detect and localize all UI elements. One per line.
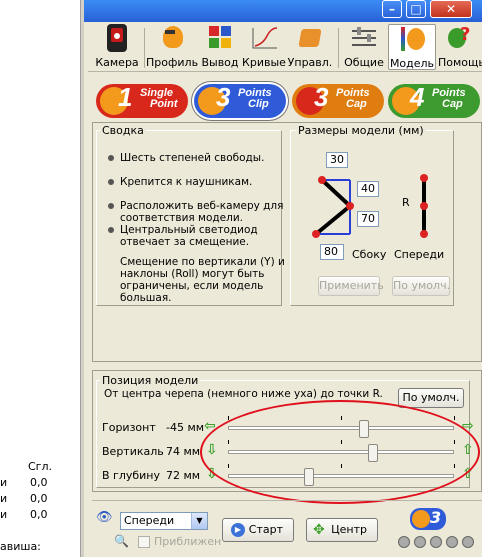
- side-view-label: Сбоку: [352, 248, 387, 261]
- dim-bottom-field[interactable]: 80: [320, 244, 344, 260]
- apply-button[interactable]: Применить: [318, 276, 384, 296]
- summary-item: Расположить веб-камеру для соответствия …: [108, 200, 290, 224]
- mode-3-points-cap[interactable]: 3 Points Cap: [292, 82, 384, 118]
- minimize-button[interactable]: –: [382, 0, 402, 18]
- play-icon: ▶: [231, 523, 245, 537]
- toolbar: Камера Профиль Вывод Кривые Управл. Общи…: [88, 22, 482, 72]
- mode-4-points-cap[interactable]: 4 Points Cap: [388, 82, 480, 118]
- tool-control[interactable]: Управл.: [286, 24, 334, 70]
- general-icon: [349, 24, 379, 52]
- tool-general[interactable]: Общие: [342, 24, 386, 70]
- tool-curves[interactable]: Кривые: [242, 24, 286, 70]
- summary-item: Центральный светодиод отвечает за смещен…: [108, 224, 290, 248]
- summary-title: Сводка: [100, 124, 146, 137]
- front-view-label: Спереди: [394, 248, 445, 261]
- title-bar: – □ ✕: [84, 0, 482, 22]
- table-row: и 0,0: [0, 508, 48, 521]
- r-point-label: R: [402, 196, 410, 209]
- table-row: и 0,0: [0, 492, 48, 505]
- control-icon: [295, 24, 325, 52]
- tool-model[interactable]: Модель: [388, 24, 436, 70]
- zoom-checkbox[interactable]: [138, 536, 150, 548]
- zoom-label: Приближен: [154, 535, 222, 548]
- center-arrows-icon: ✥: [313, 522, 325, 538]
- summary-item: Шесть степеней свободы.: [108, 152, 290, 164]
- mode-tabs: 1 Single Point 3 Points Clip 3 Points Ca…: [92, 82, 482, 122]
- position-description: От центра черепа (немного ниже уха) до т…: [104, 388, 383, 400]
- tool-camera[interactable]: Камера: [94, 24, 140, 70]
- dims-default-button[interactable]: По умолч.: [392, 276, 450, 296]
- smoothing-header: Сгл.: [28, 460, 52, 473]
- table-row: и 0,0: [0, 476, 48, 489]
- chevron-down-icon: ▼: [191, 513, 207, 529]
- tool-output[interactable]: Вывод: [198, 24, 242, 70]
- model-icon: [397, 25, 427, 53]
- position-default-button[interactable]: По умолч.: [398, 388, 464, 408]
- help-icon: ?: [445, 24, 475, 52]
- tool-profile[interactable]: Профиль: [146, 24, 198, 70]
- model-diagram: [312, 174, 428, 238]
- led-indicators: [398, 536, 478, 550]
- tool-help[interactable]: ? Помощь: [438, 24, 482, 70]
- position-title: Позиция модели: [100, 374, 201, 387]
- close-button[interactable]: ✕: [430, 0, 472, 18]
- dim-top-field[interactable]: 30: [326, 152, 348, 168]
- camera-icon: [107, 24, 127, 52]
- hotkey-label: авиша:: [0, 540, 41, 553]
- mode-single-point[interactable]: 1 Single Point: [96, 82, 188, 118]
- summary-item: Смещение по вертикали (Y) и наклоны (Rol…: [120, 256, 290, 304]
- eye-icon: 👁: [96, 510, 113, 525]
- left-panel: Сгл. и 0,0 и 0,0 и 0,0 авиша:: [0, 0, 84, 557]
- view-select[interactable]: Спереди ▼: [120, 512, 208, 530]
- start-button[interactable]: ▶ Старт: [222, 518, 294, 542]
- highlight-annotation: [200, 400, 480, 504]
- maximize-button[interactable]: □: [406, 0, 426, 18]
- center-button[interactable]: ✥ Центр: [306, 518, 378, 542]
- dim-lower-field[interactable]: 70: [357, 211, 379, 227]
- bottom-separator: [92, 500, 482, 501]
- curves-icon: [249, 24, 279, 52]
- profile-icon: [157, 24, 187, 52]
- summary-item: Крепится к наушникам.: [108, 176, 290, 188]
- magnifier-icon: 🔍: [114, 534, 129, 548]
- splitter[interactable]: [80, 0, 84, 557]
- dim-upper-field[interactable]: 40: [357, 181, 379, 197]
- dimensions-title: Размеры модели (мм): [296, 124, 426, 137]
- mode-3-points-clip[interactable]: 3 Points Clip: [194, 82, 286, 118]
- output-icon: [205, 24, 235, 52]
- mode-indicator-icon: 3: [410, 508, 446, 530]
